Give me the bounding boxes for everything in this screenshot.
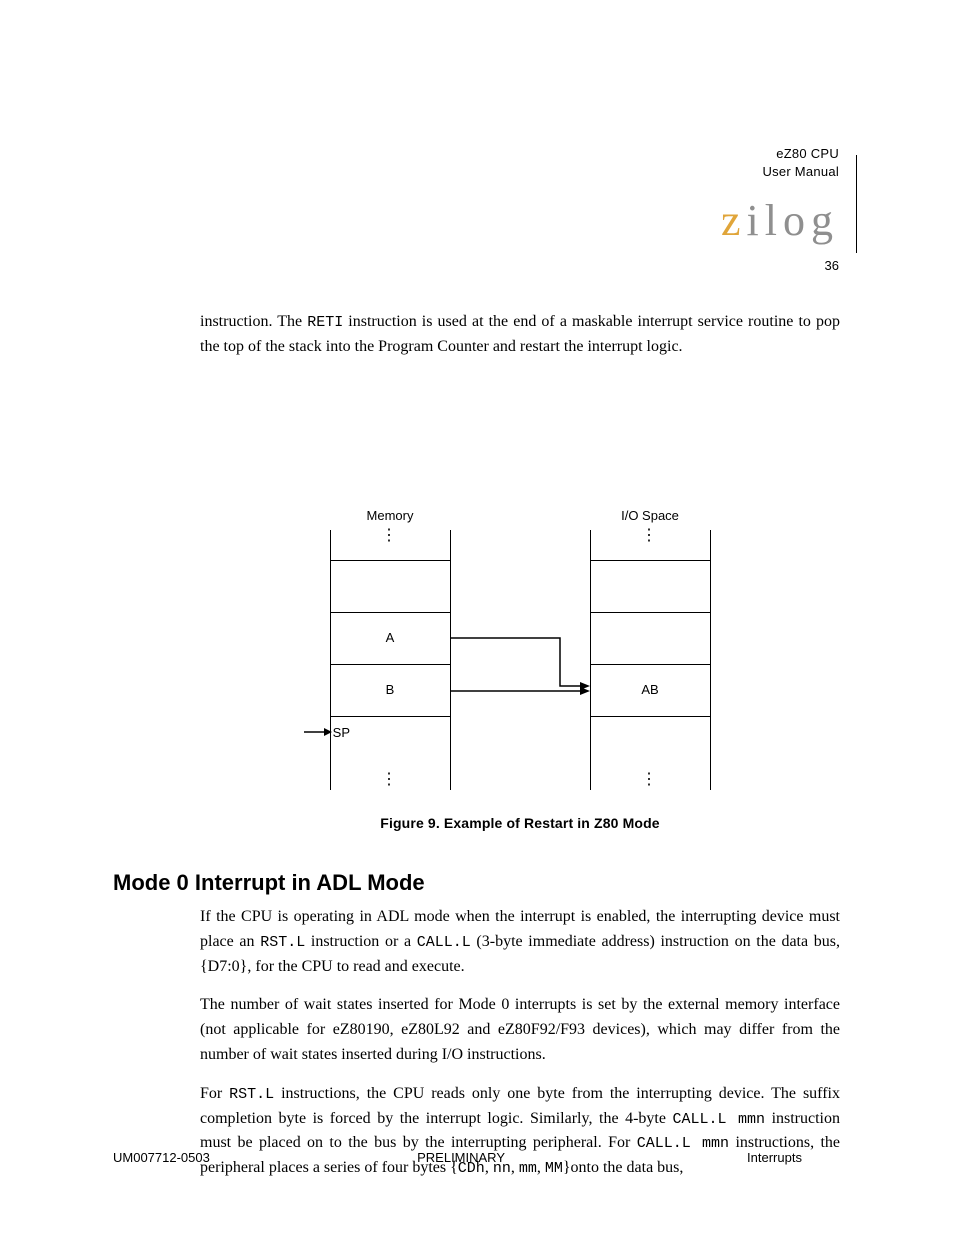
intro-paragraph: instruction. The RETI instruction is use… bbox=[200, 310, 840, 374]
header-line-1: eZ80 CPU bbox=[762, 145, 839, 163]
logo-z: z bbox=[721, 196, 747, 245]
logo-text: zilog bbox=[721, 196, 839, 245]
io-div-1 bbox=[590, 560, 710, 561]
io-div-4 bbox=[590, 716, 710, 717]
logo: zilog bbox=[721, 195, 839, 246]
intro-span: instruction. The RETI instruction is use… bbox=[200, 313, 840, 355]
page: eZ80 CPU User Manual zilog 36 instructio… bbox=[0, 0, 954, 1235]
mem-div-4 bbox=[330, 716, 450, 717]
section-para-1: If the CPU is operating in ADL mode when… bbox=[200, 905, 840, 979]
logo-divider bbox=[856, 155, 857, 253]
sp-arrow-left-icon bbox=[304, 726, 334, 738]
io-title: I/O Space bbox=[590, 508, 710, 523]
io-cell-4: AB bbox=[590, 682, 710, 697]
mem-cell-4: B bbox=[330, 682, 450, 697]
page-number: 36 bbox=[825, 258, 839, 273]
intro-text: instruction. The RETI instruction is use… bbox=[200, 310, 840, 360]
io-div-3 bbox=[590, 664, 710, 665]
section-para-3: For RST.L instructions, the CPU reads on… bbox=[200, 1082, 840, 1181]
stack-io: I/O Space ⋮ AB ⋮ bbox=[590, 530, 710, 790]
mem-div-1 bbox=[330, 560, 450, 561]
arrow-b-to-ab-icon bbox=[450, 685, 595, 697]
doc-header: eZ80 CPU User Manual bbox=[762, 145, 839, 180]
footer-doc-id: UM007712-0503 bbox=[113, 1150, 210, 1165]
section-para-2: The number of wait states inserted for M… bbox=[200, 993, 840, 1067]
io-vline-r bbox=[710, 530, 711, 790]
footer-right: Interrupts bbox=[747, 1150, 802, 1165]
section-title: Mode 0 Interrupt in ADL Mode bbox=[113, 870, 425, 896]
stack-memory: Memory ⋮ A B ⋮ SP bbox=[330, 530, 450, 790]
memory-title: Memory bbox=[330, 508, 450, 523]
mem-vline-l bbox=[330, 530, 331, 790]
page-footer: UM007712-0503 PRELIMINARY Interrupts bbox=[113, 1150, 802, 1165]
header-line-2: User Manual bbox=[762, 163, 839, 181]
mem-div-2 bbox=[330, 612, 450, 613]
mem-cell-3: A bbox=[330, 630, 450, 645]
logo-rest: ilog bbox=[747, 196, 839, 245]
footer-doc-label: PRELIMINARY bbox=[417, 1150, 505, 1165]
mem-div-3 bbox=[330, 664, 450, 665]
figure-9: Memory ⋮ A B ⋮ SP I/O Space ⋮ bbox=[300, 530, 740, 790]
figure-caption: Figure 9. Example of Restart in Z80 Mode bbox=[200, 815, 840, 831]
io-div-2 bbox=[590, 612, 710, 613]
